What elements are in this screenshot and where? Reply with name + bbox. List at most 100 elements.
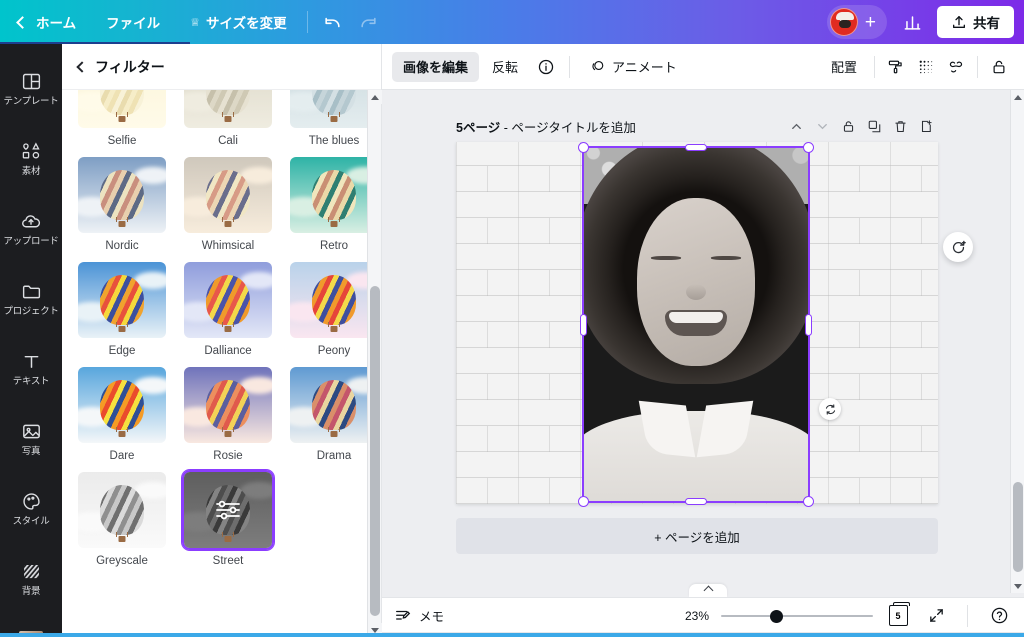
info-icon [538,59,554,74]
scroll-down-button[interactable] [1011,579,1024,593]
delete-page-button[interactable] [888,114,912,138]
sidebar-item-styles[interactable]: スタイル [3,480,59,538]
scrollbar-thumb[interactable] [1013,482,1023,572]
canvas-scrollbar[interactable] [1010,90,1024,593]
scroll-up-button[interactable] [368,90,382,104]
edit-image-button[interactable]: 画像を編集 [392,51,480,82]
info-button[interactable] [531,52,561,82]
filter-item[interactable]: Whimsical [182,155,274,252]
lock-icon [843,120,853,132]
filter-list-scroll[interactable]: Selfie Cali The blues Nordic Whimsical Retro E… [62,90,381,637]
filter-item[interactable]: Nordic [76,155,168,252]
filter-panel-back-button[interactable]: フィルター [62,44,381,90]
lock-button[interactable] [984,52,1014,82]
resize-button[interactable]: ♕ サイズを変更 [177,7,299,37]
chevron-up-icon [703,585,713,596]
balloon-preview-image [184,262,272,338]
filter-thumbnail [182,470,274,550]
fullscreen-button[interactable] [923,603,949,629]
sidebar-item-text[interactable]: テキスト [3,340,59,398]
filter-item[interactable]: Street [182,470,274,567]
sidebar-item-elements[interactable]: 素材 [3,130,59,188]
top-bar-right-group: + 共有 [826,5,1024,39]
sidebar-item-photos[interactable]: 写真 [3,410,59,468]
object-toolbar: 画像を編集 反転 アニメート 配置 [382,44,1024,90]
window-accent-strip [0,42,190,44]
move-page-down-button[interactable] [810,114,834,138]
duplicate-page-button[interactable] [862,114,886,138]
sidebar-item-background[interactable]: 背景 [3,550,59,608]
filter-item[interactable]: Greyscale [76,470,168,567]
filter-item[interactable]: Dare [76,365,168,462]
home-label: ホーム [36,16,77,31]
filter-item[interactable]: Cali [182,90,274,147]
transparency-icon [919,60,933,73]
lock-page-button[interactable] [836,114,860,138]
arrange-button[interactable]: 配置 [820,52,868,82]
collaborators-group[interactable]: + [826,5,887,39]
filter-thumbnail [76,90,168,130]
move-page-up-button[interactable] [784,114,808,138]
flip-button[interactable]: 反転 [481,52,529,82]
rotate-icon [825,403,835,415]
template-icon [21,71,42,93]
scroll-up-button[interactable] [1011,90,1024,104]
help-icon [991,607,1007,624]
help-button[interactable] [986,603,1012,629]
upload-icon [953,16,965,28]
sidebar-label: プロジェクト [3,305,59,317]
animate-button[interactable]: アニメート [578,52,688,82]
filter-panel-scrollbar[interactable] [367,90,382,637]
filter-name: Dare [109,450,135,462]
link-button[interactable] [941,52,971,82]
sidebar-item-projects[interactable]: プロジェクト [3,270,59,328]
bar-chart-icon [904,15,920,30]
undo-icon [325,17,340,27]
add-page-button[interactable]: + ページを追加 [456,518,938,554]
scrollbar-thumb[interactable] [370,286,380,616]
transparency-button[interactable] [911,52,941,82]
canvas-scroll-area[interactable]: 5ページ - ページタイトルを追加 + ページを追加 [382,90,1024,637]
filter-name: Street [212,555,244,567]
refresh-design-button[interactable] [943,232,973,262]
toolbar-separator [874,55,875,78]
rotate-handle[interactable] [819,398,841,420]
page-title[interactable]: 5ページ - ページタイトルを追加 [456,117,636,136]
home-button[interactable]: ホーム [4,7,89,37]
filter-panel: フィルター Selfie Cali The blues Nordic Whimsical… [62,44,382,637]
zoom-slider-track [721,614,873,617]
add-page-icon-button[interactable] [914,114,938,138]
triangle-down-icon [371,627,379,633]
filter-item[interactable]: Edge [76,260,168,357]
filter-thumbnail [182,90,274,130]
design-page[interactable] [456,142,938,504]
undo-button[interactable] [317,6,349,38]
collapse-bottom-bar-button[interactable] [689,584,727,597]
file-label: ファイル [106,16,161,31]
page-manager-button[interactable]: 5 [885,602,911,629]
filter-thumbnail [76,365,168,445]
filter-item[interactable]: Rosie [182,365,274,462]
zoom-percentage[interactable]: 23% [677,609,709,623]
top-bar: ホーム ファイル ♕ サイズを変更 + 共有 [0,0,1024,44]
filter-thumbnail [182,365,274,445]
zoom-slider[interactable] [721,609,873,623]
filter-item[interactable]: Selfie [76,90,168,147]
sidebar-item-uploads[interactable]: アップロード [3,200,59,258]
adjust-sliders-icon [213,498,243,522]
file-menu-button[interactable]: ファイル [93,7,173,37]
sidebar-item-templates[interactable]: テンプレート [3,60,59,118]
window-bottom-strip [0,633,1024,637]
zoom-slider-knob[interactable] [769,609,783,623]
elements-icon [20,141,42,163]
share-button[interactable]: 共有 [937,6,1014,38]
redo-button[interactable] [353,6,385,38]
paint-roller-button[interactable] [881,52,911,82]
palette-icon [21,491,42,513]
filter-name: Dalliance [204,345,252,357]
portrait-photo[interactable] [582,146,810,503]
panel-title: フィルター [95,58,165,75]
insights-button[interactable] [896,6,928,38]
notes-button[interactable]: メモ [394,606,444,625]
filter-item[interactable]: Dalliance [182,260,274,357]
